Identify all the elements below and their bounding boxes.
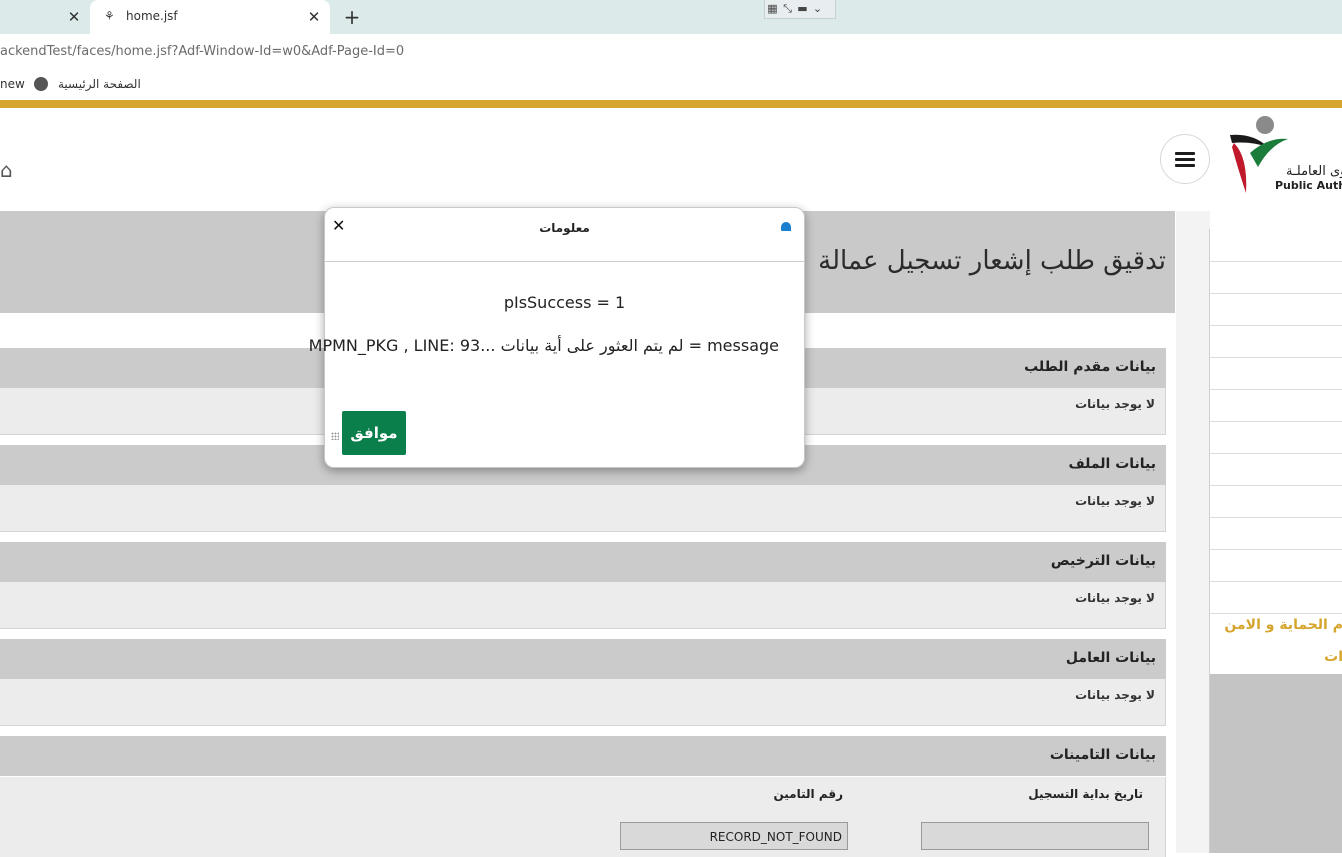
section-title: بيانات التامينات (1049, 747, 1156, 763)
info-icon (781, 222, 791, 231)
section-header[interactable]: بيانات العامل (0, 639, 1166, 679)
hamburger-line (1175, 158, 1195, 161)
section-body: لا يوجد بيانات (0, 679, 1166, 726)
header-accent-rule (0, 100, 1342, 108)
sidebar-menu: م الحماية و الامن ات (1209, 229, 1342, 853)
sidebar-item[interactable] (1210, 325, 1342, 358)
close-icon[interactable]: ✕ (64, 7, 84, 27)
empty-message: لا يوجد بيانات (1075, 688, 1155, 702)
sidebar-item[interactable] (1210, 453, 1342, 486)
sidebar-item[interactable] (1210, 421, 1342, 454)
sidebar-item[interactable] (1210, 293, 1342, 326)
bookmarks-bar: new الصفحة الرئيسية (0, 70, 1342, 100)
sidebar-link-protection[interactable]: م الحماية و الامن (1224, 617, 1342, 633)
browser-tab-active[interactable]: ⚘ home.jsf ✕ (90, 0, 330, 34)
sidebar-item[interactable] (1210, 485, 1342, 518)
sidebar-item[interactable] (1210, 229, 1342, 262)
empty-message: لا يوجد بيانات (1075, 494, 1155, 508)
section-title: بيانات مقدم الطلب (1024, 359, 1156, 375)
menu-button[interactable] (1160, 134, 1210, 184)
bookmark-home-label: الصفحة الرئيسية (58, 77, 141, 91)
tab-title: home.jsf (126, 9, 178, 23)
minus-icon[interactable]: ▬ (795, 0, 810, 17)
sidebar-item[interactable] (1210, 549, 1342, 582)
dialog-result-line: pIsSuccess = 1 (503, 293, 626, 312)
browser-tab-bar: ✕ ⚘ home.jsf ✕ + ▦ ⤡ ▬ ⌄ (0, 0, 1342, 34)
sidebar-item[interactable] (1210, 261, 1342, 294)
section-title: بيانات العامل (1065, 650, 1156, 666)
sidebar-item[interactable] (1210, 581, 1342, 614)
sidebar-item[interactable] (1210, 517, 1342, 550)
user-icon[interactable]: ⌂ (0, 158, 13, 182)
section-body: لا يوجد بيانات (0, 485, 1166, 532)
resize-grip-icon[interactable] (331, 432, 339, 440)
start-date-field[interactable] (921, 822, 1149, 850)
new-tab-icon[interactable]: + (340, 5, 364, 29)
url-text[interactable]: ackendTest/faces/home.jsf?Adf-Window-Id=… (0, 44, 404, 59)
sidebar-footer (1210, 674, 1342, 853)
section-header[interactable]: بيانات التامينات (0, 736, 1166, 776)
favicon-icon: ⚘ (104, 9, 115, 23)
grid-icon[interactable]: ▦ (765, 0, 780, 17)
address-bar[interactable]: ackendTest/faces/home.jsf?Adf-Window-Id=… (0, 34, 1342, 70)
section-header[interactable]: بيانات الترخيص (0, 542, 1166, 582)
dialog-message-line: MPMN_PKG , LINE: 93... لم يتم العثور على… (308, 336, 779, 355)
hamburger-line (1175, 164, 1195, 167)
globe-icon (34, 77, 48, 91)
dialog-header[interactable]: ✕ معلومات (325, 208, 804, 262)
empty-message: لا يوجد بيانات (1075, 397, 1155, 411)
dialog-title: معلومات (539, 221, 590, 235)
window-tools: ▦ ⤡ ▬ ⌄ (764, 0, 836, 19)
insurance-number-field[interactable]: RECORD_NOT_FOUND (620, 822, 848, 850)
sidebar-item[interactable] (1210, 357, 1342, 390)
logo-text-ar: قـوى العاملـة (1286, 164, 1342, 179)
empty-message: لا يوجد بيانات (1075, 591, 1155, 605)
section-title: بيانات الملف (1068, 456, 1156, 472)
close-icon[interactable]: ✕ (304, 7, 324, 27)
insurance-number-label: رقم التامين (773, 787, 843, 801)
section-body: لا يوجد بيانات (0, 582, 1166, 629)
chevron-down-icon[interactable]: ⌄ (810, 0, 825, 17)
page-title: تدقيق طلب إشعار تسجيل عمالة (818, 246, 1166, 276)
sidebar-link-partial[interactable]: ات (1324, 649, 1342, 665)
hamburger-line (1175, 152, 1195, 155)
info-dialog: ✕ معلومات pIsSuccess = 1 MPMN_PKG , LINE… (309, 207, 805, 468)
sidebar-item[interactable] (1210, 389, 1342, 422)
section-title: بيانات الترخيص (1050, 553, 1156, 569)
bookmark-partial[interactable]: new (0, 77, 25, 91)
start-date-label: تاريخ بداية التسجيل (1028, 787, 1143, 801)
logo-text-en: Public Autho (1275, 179, 1342, 192)
ok-button[interactable]: موافق (342, 411, 406, 455)
sidebar-gutter (1176, 211, 1210, 853)
collapse-icon[interactable]: ⤡ (780, 0, 795, 17)
